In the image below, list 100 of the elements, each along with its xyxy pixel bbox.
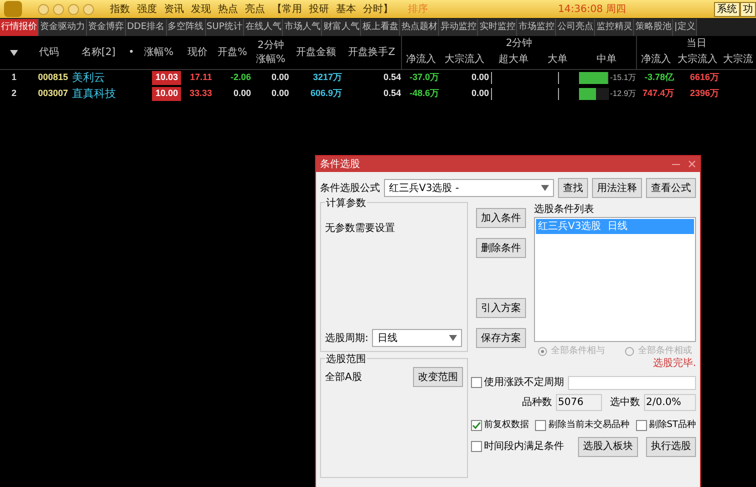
menu-item[interactable]: 基本 (336, 2, 356, 16)
table-cell-text: -48.6万 (409, 87, 439, 100)
checkbox[interactable] (636, 420, 647, 432)
action-button[interactable]: 引入方案 (476, 298, 526, 318)
table-cell-text: 33.33 (189, 87, 212, 100)
column-header[interactable]: 大宗流入 (675, 52, 720, 67)
menu-item[interactable]: 指数 (110, 2, 130, 16)
toolbar-button[interactable]: 用法注释 (592, 178, 642, 198)
checkbox-label: 剔除当前未交易品种 (548, 419, 630, 432)
checkbox-label: 前复权数据 (484, 419, 529, 432)
bar-divider (491, 72, 492, 84)
column-header[interactable]: 超大单 (490, 52, 538, 67)
table-cell-text: 2 (11, 87, 16, 100)
column-header[interactable]: 大宗流入 (440, 52, 490, 67)
toolbar-button[interactable]: 功 (740, 2, 756, 16)
field-label: 品种数 (522, 396, 552, 410)
tab[interactable]: SUP统计 (206, 19, 244, 36)
bar-label: -12.9万 (610, 88, 636, 100)
column-header[interactable]: 名称[2] (81, 45, 116, 60)
clock-text: 14:36:08 周四 (558, 2, 626, 16)
tab[interactable]: |定义 (673, 19, 698, 36)
tab[interactable]: 多空阵线 (166, 19, 206, 36)
menu-item[interactable]: 热点 (218, 2, 238, 16)
column-header[interactable]: 开盘金额 (296, 45, 336, 60)
table-cell-text: 6616万 (690, 71, 719, 84)
menu-item[interactable]: 投研 (309, 2, 329, 16)
tab[interactable]: 板上看盘 (361, 19, 400, 36)
column-header[interactable]: 开盘换手Z (348, 45, 396, 60)
action-button[interactable]: 执行选股 (646, 436, 696, 456)
menu-item[interactable]: 资讯 (164, 2, 184, 16)
params-text: 无参数需要设置 (325, 222, 396, 236)
column-header[interactable]: • (128, 45, 134, 60)
change-badge: 10.03 (152, 71, 181, 85)
menu-item[interactable]: 亮点 (245, 2, 265, 16)
checkbox-label: 剔除ST品种 (648, 419, 696, 432)
toolbar-button[interactable]: 查看公式 (646, 178, 696, 198)
tab[interactable]: 市场监控 (517, 19, 556, 36)
tab[interactable]: 异动监控 (439, 19, 478, 36)
menu-item[interactable]: 【常用 (272, 2, 302, 16)
formula-dropdown[interactable]: 红三兵V3选股 - (384, 179, 554, 197)
column-header[interactable]: 中单 (577, 52, 636, 67)
checkbox[interactable] (535, 420, 546, 432)
sort-caret-icon[interactable] (10, 50, 18, 56)
column-header[interactable]: 开盘% (218, 45, 248, 60)
table-cell-text: 美利云 (72, 70, 105, 86)
column-header[interactable]: 涨幅% (144, 45, 174, 60)
close-icon[interactable] (688, 160, 696, 168)
tab[interactable]: DDE排名 (126, 19, 167, 36)
table-cell-text: 0.00 (471, 71, 489, 84)
tab[interactable]: 资金博弈 (87, 19, 126, 36)
dropdown-caret-icon[interactable] (541, 185, 549, 191)
status-text: 选股完毕. (652, 356, 696, 371)
tab[interactable]: 策略股池 (634, 19, 674, 36)
dropdown-caret-icon[interactable] (449, 335, 458, 341)
table-cell-text: -2.06 (230, 71, 251, 84)
column-header[interactable]: 2分钟涨幅% (252, 38, 289, 66)
action-button[interactable]: 选股入板块 (578, 436, 638, 456)
table-cell-text: 0.54 (383, 71, 401, 84)
column-header[interactable]: 净流入 (637, 52, 675, 67)
radio-label: 全部条件相与 (551, 345, 605, 358)
checkbox[interactable] (471, 420, 482, 432)
field-label: 选股周期: (325, 332, 368, 346)
action-button[interactable]: 加入条件 (476, 208, 526, 228)
toolbar-button[interactable]: 系统 (714, 2, 740, 16)
tab[interactable]: 监控精灵 (595, 19, 634, 36)
tab[interactable]: 财富人气 (322, 19, 362, 36)
radio-label: 全部条件相或 (638, 345, 692, 358)
menu-item[interactable]: 分时】 (363, 2, 393, 16)
tab[interactable]: 行情报价 (0, 19, 39, 36)
toolbar-button[interactable]: 查找 (558, 178, 588, 198)
menu-item[interactable]: 发现 (191, 2, 211, 16)
tab[interactable]: 资金驱动力 (39, 19, 87, 36)
action-button[interactable]: 保存方案 (476, 328, 526, 348)
table-cell-text: 0.00 (271, 87, 289, 100)
radio-button[interactable] (538, 347, 547, 356)
table-cell-text: 17.11 (190, 71, 212, 84)
checkbox[interactable] (471, 377, 482, 388)
tab[interactable]: 市场人气 (283, 19, 322, 36)
group-title: 计算参数 (325, 196, 367, 211)
period-dropdown[interactable]: 日线 (372, 329, 462, 347)
change-range-button[interactable]: 改变范围 (413, 367, 463, 387)
column-header[interactable]: 代码 (38, 45, 59, 60)
tab[interactable]: 实时监控 (478, 19, 518, 36)
column-header[interactable]: 大单 (537, 52, 578, 67)
group-header: 当日 (686, 36, 708, 51)
logo-icon (4, 1, 22, 17)
bar-divider (558, 72, 559, 84)
tab[interactable]: 热点题材 (400, 19, 440, 36)
table-cell-text: -3.78亿 (644, 71, 674, 84)
checkbox[interactable] (471, 441, 482, 452)
column-header[interactable]: 净流入 (402, 52, 440, 67)
column-header[interactable]: 大宗流 (720, 52, 756, 67)
tab[interactable]: 在线人气 (244, 19, 284, 36)
action-button[interactable]: 删除条件 (476, 238, 526, 258)
change-badge: 10.00 (152, 87, 181, 101)
menu-item[interactable]: 强度 (137, 2, 157, 16)
tab[interactable]: 公司亮点 (556, 19, 596, 36)
radio-button[interactable] (625, 347, 634, 356)
column-header[interactable]: 现价 (188, 45, 208, 60)
period-input[interactable] (568, 376, 696, 390)
